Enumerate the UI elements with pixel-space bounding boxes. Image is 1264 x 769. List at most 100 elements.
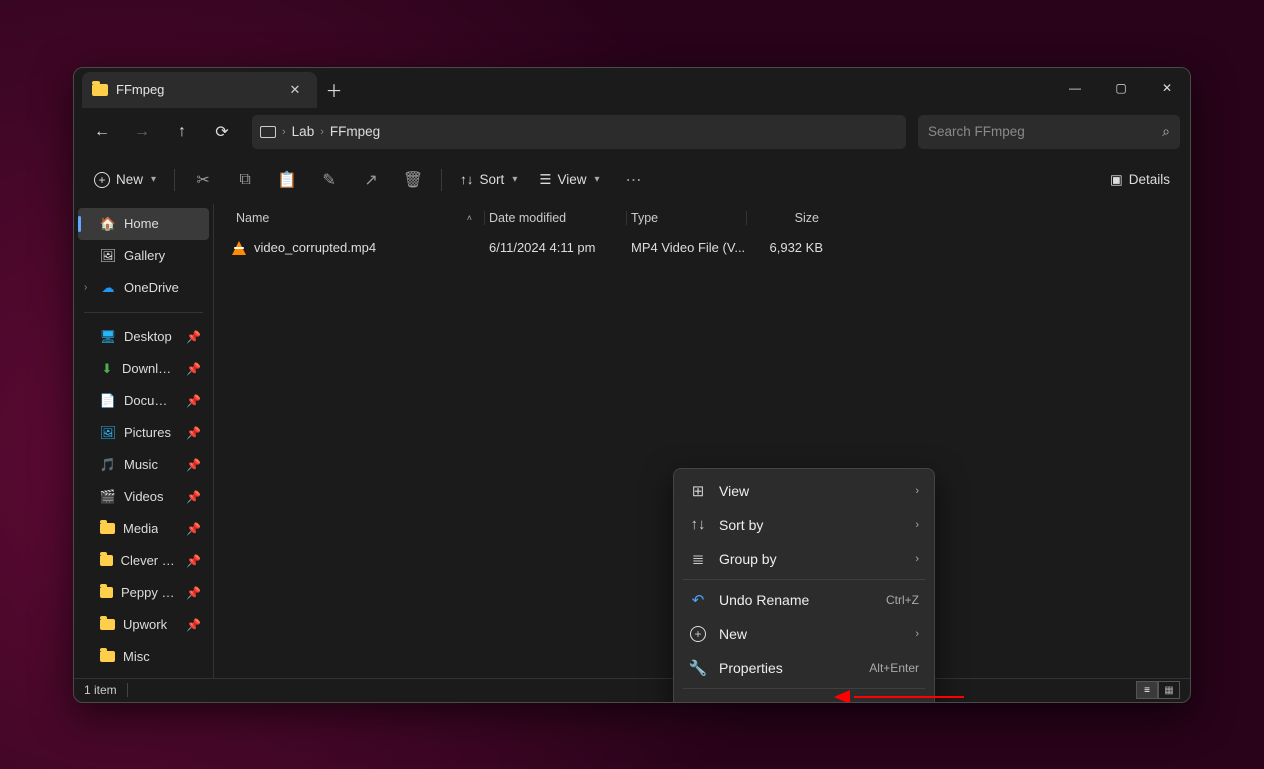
file-type: MP4 Video File (V... (627, 240, 747, 255)
column-date[interactable]: Date modified (485, 211, 627, 225)
sidebar: 🏠 Home 🖼 Gallery › ☁ OneDrive 🖥 Desktop … (74, 204, 214, 678)
details-label: Details (1129, 172, 1170, 187)
ctx-view[interactable]: ⊞ View › (679, 474, 929, 508)
large-icons-toggle[interactable]: ▦ (1158, 681, 1180, 699)
folder-icon (100, 587, 113, 598)
more-button[interactable]: ⋯ (612, 163, 656, 197)
new-label: New (116, 172, 143, 187)
breadcrumb-ffmpeg[interactable]: FFmpeg (330, 124, 380, 139)
separator (441, 169, 442, 191)
close-button[interactable]: ✕ (1144, 68, 1190, 108)
column-size[interactable]: Size (747, 211, 823, 225)
pin-icon: 📌 (186, 426, 201, 440)
details-button[interactable]: ▣ Details (1100, 163, 1180, 197)
search-input[interactable]: Search FFmpeg ⌕ (918, 115, 1180, 149)
videos-icon: 🎬 (100, 489, 116, 505)
details-icon: ▣ (1110, 172, 1123, 188)
ctx-properties[interactable]: 🔧 Properties Alt+Enter (679, 651, 929, 685)
sidebar-item-misc[interactable]: Misc (78, 641, 209, 673)
sidebar-item-gallery[interactable]: 🖼 Gallery (78, 240, 209, 272)
sort-icon: ↑↓ (689, 516, 707, 533)
documents-icon: 📄 (100, 393, 116, 409)
pin-icon: 📌 (186, 554, 201, 568)
address-bar[interactable]: › Lab › FFmpeg (252, 115, 906, 149)
file-row[interactable]: video_corrupted.mp4 6/11/2024 4:11 pm MP… (214, 232, 1190, 264)
pin-icon: 📌 (186, 362, 201, 376)
forward-button[interactable]: → (124, 115, 160, 149)
sidebar-item-upwork[interactable]: Upwork 📌 (78, 609, 209, 641)
ctx-open-terminal[interactable]: ⧉ Open in Terminal (679, 692, 929, 703)
new-tab-button[interactable]: ＋ (317, 72, 351, 108)
desktop-icon: 🖥 (100, 329, 116, 345)
sort-button[interactable]: ↑↓ Sort ▾ (450, 163, 527, 197)
grid-icon: ⊞ (689, 482, 707, 500)
up-button[interactable]: ↑ (164, 115, 200, 149)
pin-icon: 📌 (186, 618, 201, 632)
sidebar-item-media[interactable]: Media 📌 (78, 513, 209, 545)
folder-icon (92, 84, 108, 96)
sidebar-item-cleverfiles[interactable]: Clever Files 📌 (78, 545, 209, 577)
sidebar-item-downloads[interactable]: ⬇ Downloads 📌 (78, 353, 209, 385)
ctx-sortby[interactable]: ↑↓ Sort by › (679, 508, 929, 542)
sidebar-label: Peppy Pals (121, 585, 178, 600)
sidebar-item-home[interactable]: 🏠 Home (78, 208, 209, 240)
gallery-icon: 🖼 (100, 248, 116, 264)
column-name[interactable]: Name ˄ (232, 211, 485, 225)
ctx-new[interactable]: + New › (679, 617, 929, 651)
sidebar-item-documents[interactable]: 📄 Documents 📌 (78, 385, 209, 417)
maximize-button[interactable]: ▢ (1098, 68, 1144, 108)
column-type[interactable]: Type (627, 211, 747, 225)
toolbar: + New ▾ ✂ ⧉ 📋 ✎ ↗ 🗑 ↑↓ Sort ▾ ☰ View ▾ ⋯… (74, 156, 1190, 204)
vlc-file-icon (232, 241, 246, 255)
sort-label: Sort (480, 172, 505, 187)
back-button[interactable]: ← (84, 115, 120, 149)
separator (127, 683, 128, 697)
ctx-groupby[interactable]: ≣ Group by › (679, 542, 929, 576)
delete-button[interactable]: 🗑 (393, 163, 433, 197)
share-button[interactable]: ↗ (351, 163, 391, 197)
rename-button[interactable]: ✎ (309, 163, 349, 197)
cut-button[interactable]: ✂ (183, 163, 223, 197)
sidebar-item-onedrive[interactable]: › ☁ OneDrive (78, 272, 209, 304)
folder-icon (100, 523, 115, 534)
ctx-sortby-label: Sort by (719, 517, 763, 533)
column-size-label: Size (795, 211, 819, 225)
separator (683, 579, 925, 580)
group-icon: ≣ (689, 550, 707, 568)
sidebar-label: Videos (124, 489, 164, 504)
paste-button[interactable]: 📋 (267, 163, 307, 197)
tab-close-button[interactable]: ✕ (283, 78, 307, 102)
sidebar-item-desktop[interactable]: 🖥 Desktop 📌 (78, 321, 209, 353)
terminal-icon: ⧉ (689, 700, 707, 703)
ctx-undo[interactable]: ↶ Undo Rename Ctrl+Z (679, 583, 929, 617)
explorer-window: FFmpeg ✕ ＋ — ▢ ✕ ← → ↑ ⟳ › Lab › FFmpeg … (73, 67, 1191, 703)
sidebar-item-pictures[interactable]: 🖼 Pictures 📌 (78, 417, 209, 449)
chevron-down-icon: ▾ (151, 174, 156, 185)
sidebar-label: Misc (123, 649, 150, 664)
separator (84, 312, 203, 313)
tab-ffmpeg[interactable]: FFmpeg ✕ (82, 72, 317, 108)
new-button[interactable]: + New ▾ (84, 163, 166, 197)
item-count: 1 item (84, 683, 117, 697)
file-list-area[interactable]: Name ˄ Date modified Type Size video_cor… (214, 204, 1190, 678)
breadcrumb-lab[interactable]: Lab (292, 124, 315, 139)
refresh-button[interactable]: ⟳ (204, 115, 240, 149)
column-headers: Name ˄ Date modified Type Size (214, 204, 1190, 232)
pin-icon: 📌 (186, 490, 201, 504)
sidebar-label: Documents (124, 393, 178, 408)
details-view-toggle[interactable]: ≡ (1136, 681, 1158, 699)
chevron-right-icon[interactable]: › (84, 282, 87, 293)
sidebar-item-music[interactable]: 🎵 Music 📌 (78, 449, 209, 481)
view-button[interactable]: ☰ View ▾ (529, 163, 609, 197)
folder-icon (100, 555, 113, 566)
ctx-undo-label: Undo Rename (719, 592, 809, 608)
sidebar-item-videos[interactable]: 🎬 Videos 📌 (78, 481, 209, 513)
copy-button[interactable]: ⧉ (225, 163, 265, 197)
pin-icon: 📌 (186, 522, 201, 536)
sidebar-item-peppy[interactable]: Peppy Pals 📌 (78, 577, 209, 609)
chevron-right-icon: › (282, 126, 286, 138)
ctx-new-label: New (719, 626, 747, 642)
minimize-button[interactable]: — (1052, 68, 1098, 108)
sidebar-label: Gallery (124, 248, 165, 263)
sort-icon: ↑↓ (460, 172, 474, 187)
